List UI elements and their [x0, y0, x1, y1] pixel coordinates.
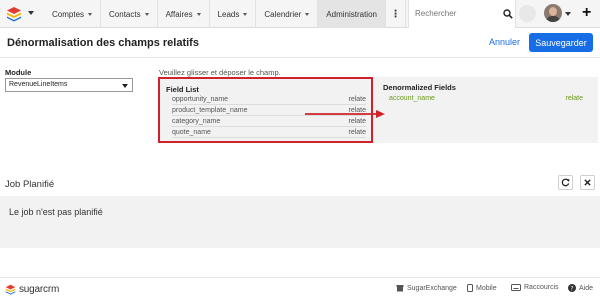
footer-link-raccourcis[interactable]: Raccourcis: [511, 284, 559, 291]
quick-create-icon[interactable]: +: [582, 5, 591, 21]
footer-link-mobile[interactable]: Mobile: [467, 284, 497, 292]
field-type: relate: [565, 95, 583, 102]
chevron-down-icon: [243, 12, 248, 16]
chevron-down-icon: [28, 11, 34, 15]
page-header: Dénormalisation des champs relatifs Annu…: [0, 28, 600, 58]
sugar-cube-icon: [5, 284, 16, 295]
field-type: relate: [348, 96, 366, 103]
chevron-down-icon: [88, 12, 93, 16]
nav-item-administration[interactable]: Administration: [318, 0, 386, 28]
job-section-title: Job Planifié: [5, 179, 55, 190]
keyboard-icon: [511, 284, 521, 291]
module-select[interactable]: RevenueLineItems: [5, 78, 133, 92]
chevron-down-icon: [122, 84, 128, 88]
close-button[interactable]: [580, 175, 595, 190]
nav-item-contacts[interactable]: Contacts: [101, 0, 158, 28]
close-icon: [584, 179, 591, 186]
footer-link-label: Mobile: [476, 284, 497, 292]
nav-item-comptes[interactable]: Comptes: [44, 0, 102, 28]
chevron-down-icon: [196, 12, 201, 16]
module-selected-value: RevenueLineItems: [9, 81, 68, 88]
chevron-down-icon[interactable]: [565, 12, 571, 16]
nav-label: Affaires: [165, 9, 193, 19]
save-button[interactable]: Sauvegarder: [529, 33, 593, 52]
drag-drop-instructions: Veuillez glisser et déposer le champ.: [159, 68, 281, 77]
store-icon: [396, 285, 404, 292]
top-nav-bar: Comptes Contacts Affaires Leads Calendri…: [0, 0, 600, 28]
field-name: account_name: [389, 95, 435, 102]
drag-arrow-icon: [305, 110, 385, 118]
nav-label: Comptes: [52, 9, 85, 19]
denormalized-field-item[interactable]: account_name relate: [389, 94, 583, 104]
notifications-icon[interactable]: [519, 5, 536, 22]
search-input[interactable]: [415, 9, 495, 18]
more-menu-icon[interactable]: ⋮: [386, 0, 406, 28]
chevron-down-icon: [305, 12, 310, 16]
footer: sugarcrm SugarExchange Mobile Raccourcis…: [0, 277, 600, 298]
footer-link-label: Raccourcis: [524, 284, 559, 291]
main-nav: Comptes Contacts Affaires Leads Calendri…: [44, 0, 406, 28]
field-name: quote_name: [172, 129, 211, 136]
field-type: relate: [348, 129, 366, 136]
brand-name: sugarcrm: [19, 283, 60, 295]
field-list-title: Field List: [166, 85, 199, 94]
nav-item-affaires[interactable]: Affaires: [158, 0, 210, 28]
field-type: relate: [348, 118, 366, 125]
page-title: Dénormalisation des champs relatifs: [7, 37, 199, 49]
chevron-down-icon: [144, 12, 149, 16]
avatar[interactable]: [544, 4, 562, 22]
footer-link-aide[interactable]: ? Aide: [568, 284, 593, 292]
sugar-cube-icon: [7, 7, 21, 22]
sugarcrm-logo[interactable]: sugarcrm: [5, 283, 59, 295]
nav-item-calendrier[interactable]: Calendrier: [256, 0, 319, 28]
refresh-icon: [561, 178, 570, 187]
search-icon[interactable]: [503, 9, 513, 19]
footer-link-label: Aide: [579, 284, 594, 292]
field-name: product_template_name: [172, 107, 248, 114]
refresh-button[interactable]: [558, 175, 573, 190]
svg-text:?: ?: [570, 285, 573, 292]
denormalized-fields-title: Denormalized Fields: [383, 83, 456, 92]
job-status-text: Le job n'est pas planifié: [9, 207, 103, 217]
cancel-button[interactable]: Annuler: [489, 37, 520, 47]
field-list-item[interactable]: quote_name relate: [172, 128, 366, 138]
global-search: [408, 0, 516, 28]
nav-item-leads[interactable]: Leads: [210, 0, 257, 28]
module-label: Module: [5, 68, 32, 77]
mobile-icon: [467, 284, 473, 292]
field-list-item[interactable]: opportunity_name relate: [172, 95, 366, 105]
nav-label: Calendrier: [264, 9, 302, 19]
help-icon: ?: [568, 284, 576, 292]
footer-link-sugarexchange[interactable]: SugarExchange: [396, 284, 457, 292]
job-status-panel: [0, 196, 600, 248]
field-name: category_name: [172, 118, 221, 125]
nav-label: Contacts: [109, 9, 141, 19]
field-name: opportunity_name: [172, 96, 229, 103]
footer-link-label: SugarExchange: [407, 284, 457, 292]
nav-label: Leads: [217, 9, 240, 19]
nav-label: Administration: [326, 9, 377, 19]
sugar-cube-menu[interactable]: [6, 6, 40, 22]
